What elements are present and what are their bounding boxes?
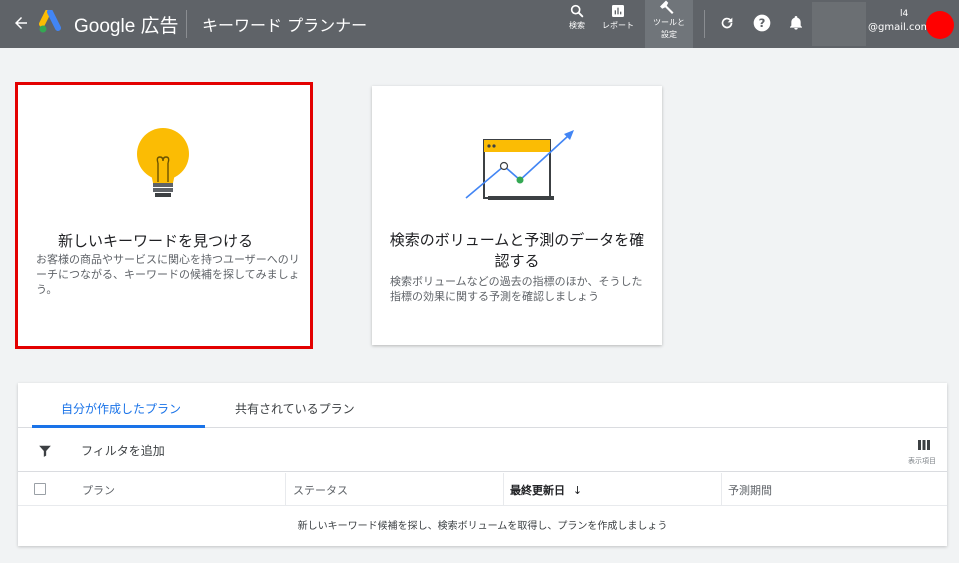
divider (186, 10, 187, 38)
forecast-card[interactable]: 検索のボリュームと予測のデータを確認する 検索ボリュームなどの過去の指標のほか、… (372, 86, 662, 345)
columns-icon[interactable] (918, 436, 930, 455)
filter-row: フィルタを追加 表示項目 (18, 428, 947, 472)
google-ads-logo-icon (38, 9, 66, 34)
account-number: l4 (900, 9, 909, 19)
tools-settings-button[interactable]: ツールと 設定 (648, 0, 690, 42)
filter-icon[interactable] (38, 443, 52, 462)
tab-shared-plans[interactable]: 共有されているプラン (235, 400, 355, 417)
find-keywords-card[interactable]: 新しいキーワードを見つける お客様の商品やサービスに関心を持つユーザーへのリーチ… (15, 82, 313, 349)
reports-label: レポート (602, 21, 634, 30)
search-label: 検索 (569, 21, 585, 30)
card-title: 検索のボリュームと予測のデータを確認する (389, 231, 645, 270)
page-title: キーワード プランナー (202, 16, 368, 35)
column-divider (285, 473, 286, 506)
account-name-redacted (812, 2, 866, 46)
reports-button[interactable]: レポート (599, 3, 637, 45)
search-button[interactable]: 検索 (563, 3, 591, 45)
empty-state-message: 新しいキーワード候補を探し、検索ボリュームを取得し、プランを作成しましょう (297, 521, 668, 532)
column-plan[interactable]: プラン (82, 482, 115, 498)
select-all-checkbox[interactable] (34, 483, 46, 495)
card-description: 検索ボリュームなどの過去の指標のほか、そうした指標の効果に関する予測を確認しまし… (390, 275, 643, 303)
sort-down-icon: ↓ (572, 484, 583, 497)
card-title: 新しいキーワードを見つける (58, 232, 254, 250)
column-last-updated-label: 最終更新日 (510, 484, 565, 497)
column-status[interactable]: ステータス (293, 482, 348, 498)
svg-text:?: ? (759, 16, 766, 30)
plans-tabs: 自分が作成したプラン 共有されているプラン (18, 383, 947, 428)
column-divider (721, 473, 722, 506)
forecast-chart-icon (464, 130, 584, 210)
table-header: プラン ステータス 最終更新日 ↓ 予測期間 (18, 473, 947, 506)
column-forecast-period[interactable]: 予測期間 (728, 482, 772, 498)
lightbulb-icon (134, 127, 192, 205)
brand-name: Google 広告 (74, 16, 179, 37)
wrench-icon (660, 0, 674, 14)
reports-icon (612, 5, 624, 17)
help-icon[interactable]: ? (751, 12, 773, 34)
avatar[interactable] (926, 11, 954, 39)
back-arrow-icon[interactable] (10, 12, 32, 34)
search-icon (570, 4, 584, 18)
tools-label-line1: ツールと (653, 18, 685, 27)
tools-label-line2: 設定 (661, 30, 677, 39)
card-description: お客様の商品やサービスに関心を持つユーザーへのリーチにつながる、キーワードの候補… (36, 253, 300, 296)
account-email: @gmail.com (868, 22, 931, 33)
top-app-bar: Google 広告 キーワード プランナー 検索 レポート ツールと 設定 ? … (0, 0, 959, 48)
tab-my-plans[interactable]: 自分が作成したプラン (61, 400, 181, 417)
column-last-updated[interactable]: 最終更新日 ↓ (510, 482, 582, 498)
add-filter-button[interactable]: フィルタを追加 (81, 442, 165, 459)
column-divider (503, 473, 504, 506)
plans-panel: 自分が作成したプラン 共有されているプラン フィルタを追加 表示項目 プラン ス… (18, 383, 947, 546)
columns-label: 表示項目 (908, 457, 936, 465)
bell-icon[interactable] (785, 12, 807, 34)
divider (704, 10, 705, 38)
refresh-icon[interactable] (716, 12, 738, 34)
